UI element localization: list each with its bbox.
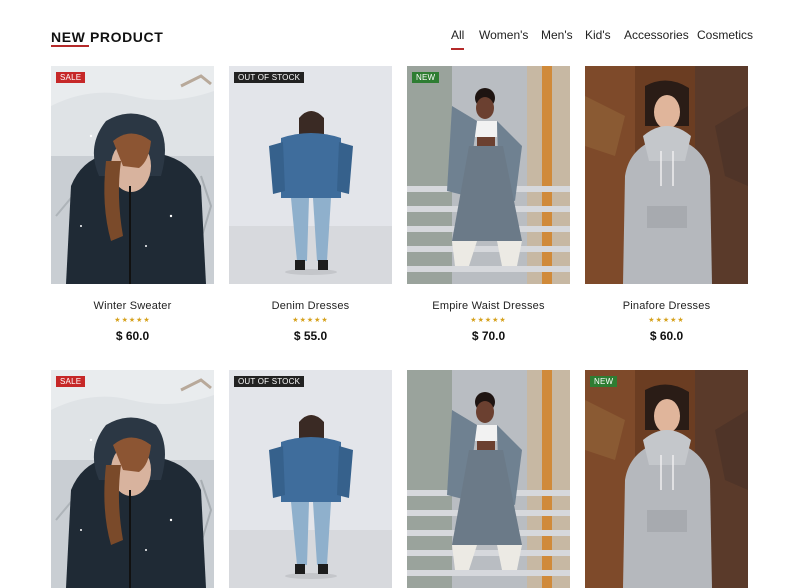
product-image[interactable] bbox=[51, 66, 214, 284]
tab-mens[interactable]: Men's bbox=[541, 28, 573, 42]
product-price: $ 60.0 bbox=[649, 329, 684, 343]
product-image[interactable] bbox=[407, 370, 570, 588]
product-image[interactable] bbox=[585, 66, 748, 284]
star-rating: ★★★★★ bbox=[648, 317, 685, 324]
tab-womens[interactable]: Women's bbox=[479, 28, 528, 42]
product-image[interactable] bbox=[585, 370, 748, 588]
tab-accessories[interactable]: Accessories bbox=[624, 28, 689, 42]
star-rating: ★★★★★ bbox=[292, 317, 329, 324]
product-image[interactable] bbox=[229, 370, 392, 588]
product-price: $ 70.0 bbox=[471, 329, 506, 343]
product-image[interactable] bbox=[229, 66, 392, 284]
out-of-stock-badge: OUT OF STOCK bbox=[234, 72, 305, 83]
product-name[interactable]: Empire Waist Dresses bbox=[407, 300, 570, 312]
sale-badge: SALE bbox=[56, 376, 86, 387]
new-badge: NEW bbox=[412, 72, 440, 83]
tab-cosmetics[interactable]: Cosmetics bbox=[697, 28, 753, 42]
tab-kids[interactable]: Kid's bbox=[585, 28, 611, 42]
out-of-stock-badge: OUT OF STOCK bbox=[234, 376, 305, 387]
product-price: $ 55.0 bbox=[293, 329, 328, 343]
category-tabs: All Women's Men's Kid's Accessories Cosm… bbox=[0, 28, 800, 52]
product-name[interactable]: Pinafore Dresses bbox=[585, 300, 748, 312]
star-rating: ★★★★★ bbox=[114, 317, 151, 324]
new-badge: NEW bbox=[590, 376, 618, 387]
sale-badge: SALE bbox=[56, 72, 86, 83]
product-image[interactable] bbox=[51, 370, 214, 588]
tab-all[interactable]: All bbox=[451, 28, 465, 50]
product-image[interactable] bbox=[407, 66, 570, 284]
product-price: $ 60.0 bbox=[115, 329, 150, 343]
star-rating: ★★★★★ bbox=[470, 317, 507, 324]
product-name[interactable]: Denim Dresses bbox=[229, 300, 392, 312]
product-name[interactable]: Winter Sweater bbox=[51, 300, 214, 312]
